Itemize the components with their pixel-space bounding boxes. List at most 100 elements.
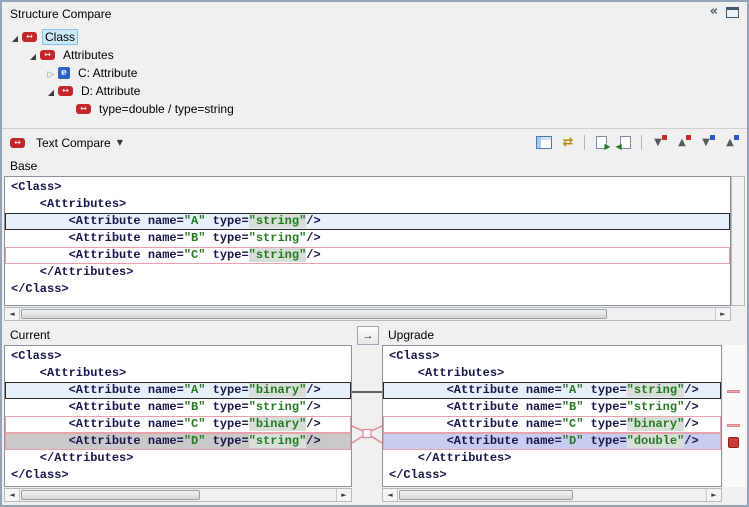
code-text: <Attributes> xyxy=(11,366,126,380)
copy-right-to-left-icon-glyph xyxy=(620,136,631,149)
code-text: <Attribute name= xyxy=(11,214,184,228)
merge-handle[interactable] xyxy=(363,430,371,438)
previous-change-icon-glyph xyxy=(723,137,737,148)
code-text: /> xyxy=(306,434,320,448)
tree-item[interactable]: Attributes xyxy=(2,46,747,64)
scroll-left-icon[interactable] xyxy=(5,489,20,501)
code-line: <Attribute name="C" type="binary"/> xyxy=(383,416,721,433)
code-line: <Class> xyxy=(5,179,730,196)
code-line: </Class> xyxy=(5,281,730,298)
changed-token: "double" xyxy=(627,434,685,448)
scroll-left-icon[interactable] xyxy=(5,308,20,320)
code-line: </Class> xyxy=(5,467,351,484)
expander-icon[interactable] xyxy=(44,66,58,80)
code-text: <Class> xyxy=(11,180,61,194)
next-difference-icon[interactable] xyxy=(647,132,669,152)
swap-view-icon-glyph xyxy=(563,135,574,150)
code-text: type= xyxy=(205,383,248,397)
code-line: </Attributes> xyxy=(5,450,351,467)
overview-ruler[interactable] xyxy=(723,345,745,487)
code-line: </Attributes> xyxy=(5,264,730,281)
code-text: "C" xyxy=(562,417,584,431)
code-text: type= xyxy=(583,400,626,414)
next-change-icon[interactable] xyxy=(695,132,717,152)
code-text: /> xyxy=(684,417,698,431)
structure-compare-header: Structure Compare xyxy=(2,2,747,26)
scroll-right-icon[interactable] xyxy=(715,308,730,320)
code-text: <Attribute name= xyxy=(389,400,562,414)
code-text: "B" xyxy=(184,400,206,414)
copy-right-to-left-icon[interactable] xyxy=(614,132,636,152)
element-icon xyxy=(58,67,70,79)
code-text: "C" xyxy=(184,417,206,431)
tree-item-label: C: Attribute xyxy=(75,65,140,81)
code-text: "A" xyxy=(184,214,206,228)
text-compare-title: Text Compare xyxy=(36,136,111,150)
upgrade-horizontal-scrollbar[interactable] xyxy=(382,488,722,502)
chevron-down-icon[interactable] xyxy=(117,138,123,147)
tree-item[interactable]: type=double / type=string xyxy=(2,100,747,118)
code-text: type= xyxy=(205,231,248,245)
scrollbar-track[interactable] xyxy=(20,308,715,320)
code-line: <Attribute name="B" type="string"/> xyxy=(5,399,351,416)
code-line: <Attribute name="B" type="string"/> xyxy=(5,230,730,247)
upgrade-pane-title: Upgrade xyxy=(388,328,434,342)
base-horizontal-scrollbar[interactable] xyxy=(4,307,731,321)
expander-icon[interactable] xyxy=(44,84,58,98)
code-text: /> xyxy=(684,400,698,414)
swap-view-icon[interactable] xyxy=(557,132,579,152)
code-line: <Class> xyxy=(5,348,351,365)
code-line: </Class> xyxy=(383,467,721,484)
diff-mark-conflict[interactable] xyxy=(727,424,740,427)
scrollbar-track[interactable] xyxy=(20,489,336,501)
restore-pane-icon[interactable] xyxy=(726,7,739,18)
tree-item[interactable]: D: Attribute xyxy=(2,82,747,100)
code-text: "A" xyxy=(562,383,584,397)
expander-icon[interactable] xyxy=(8,30,22,44)
changed-token: "binary" xyxy=(249,417,307,431)
scroll-left-icon[interactable] xyxy=(383,489,398,501)
code-text: "D" xyxy=(184,434,206,448)
base-pane-title: Base xyxy=(10,159,37,173)
structure-compare-title: Structure Compare xyxy=(10,7,111,21)
current-editor[interactable]: <Class> <Attributes> <Attribute name="A"… xyxy=(4,345,352,487)
code-text: type= xyxy=(205,248,248,262)
code-line: <Attribute name="C" type="binary"/> xyxy=(5,416,351,433)
scroll-right-icon[interactable] xyxy=(336,489,351,501)
previous-change-icon[interactable] xyxy=(719,132,741,152)
tree-item[interactable]: C: Attribute xyxy=(2,64,747,82)
tree-item[interactable]: Class xyxy=(2,28,747,46)
code-text: <Attribute name= xyxy=(389,434,562,448)
scrollbar-track[interactable] xyxy=(398,489,706,501)
code-text: <Attribute name= xyxy=(11,383,184,397)
scrollbar-thumb[interactable] xyxy=(399,490,573,500)
expander-icon[interactable] xyxy=(26,48,40,62)
collapse-pane-icon[interactable] xyxy=(710,5,718,19)
copy-left-to-right-icon[interactable] xyxy=(590,132,612,152)
code-text: /> xyxy=(306,231,320,245)
scrollbar-thumb[interactable] xyxy=(21,490,200,500)
text-compare-toolbar xyxy=(533,131,741,153)
code-text: "B" xyxy=(562,400,584,414)
ancestor-pane-icon[interactable] xyxy=(533,132,555,152)
ancestor-pane-icon-glyph xyxy=(536,136,552,149)
upgrade-editor[interactable]: <Class> <Attributes> <Attribute name="A"… xyxy=(382,345,722,487)
connector-strip xyxy=(352,345,382,487)
toolbar-separator xyxy=(641,135,642,150)
base-editor[interactable]: <Class> <Attributes> <Attribute name="A"… xyxy=(4,176,731,306)
diff-connectors xyxy=(352,345,382,487)
previous-difference-icon-glyph xyxy=(675,137,689,148)
code-line: </Attributes> xyxy=(383,450,721,467)
diff-mark-selected[interactable] xyxy=(728,437,739,448)
code-text: <Attribute name= xyxy=(11,434,184,448)
code-text: /> xyxy=(306,383,320,397)
diff-mark-incoming[interactable] xyxy=(727,390,740,393)
scroll-right-icon[interactable] xyxy=(706,489,721,501)
base-vertical-scrollbar[interactable] xyxy=(731,176,745,306)
scrollbar-thumb[interactable] xyxy=(21,309,607,319)
copy-left-to-right-icon-glyph xyxy=(596,136,607,149)
current-horizontal-scrollbar[interactable] xyxy=(4,488,352,502)
tree-item-label: type=double / type=string xyxy=(96,101,237,117)
direction-arrow-icon[interactable] xyxy=(357,326,379,345)
previous-difference-icon[interactable] xyxy=(671,132,693,152)
